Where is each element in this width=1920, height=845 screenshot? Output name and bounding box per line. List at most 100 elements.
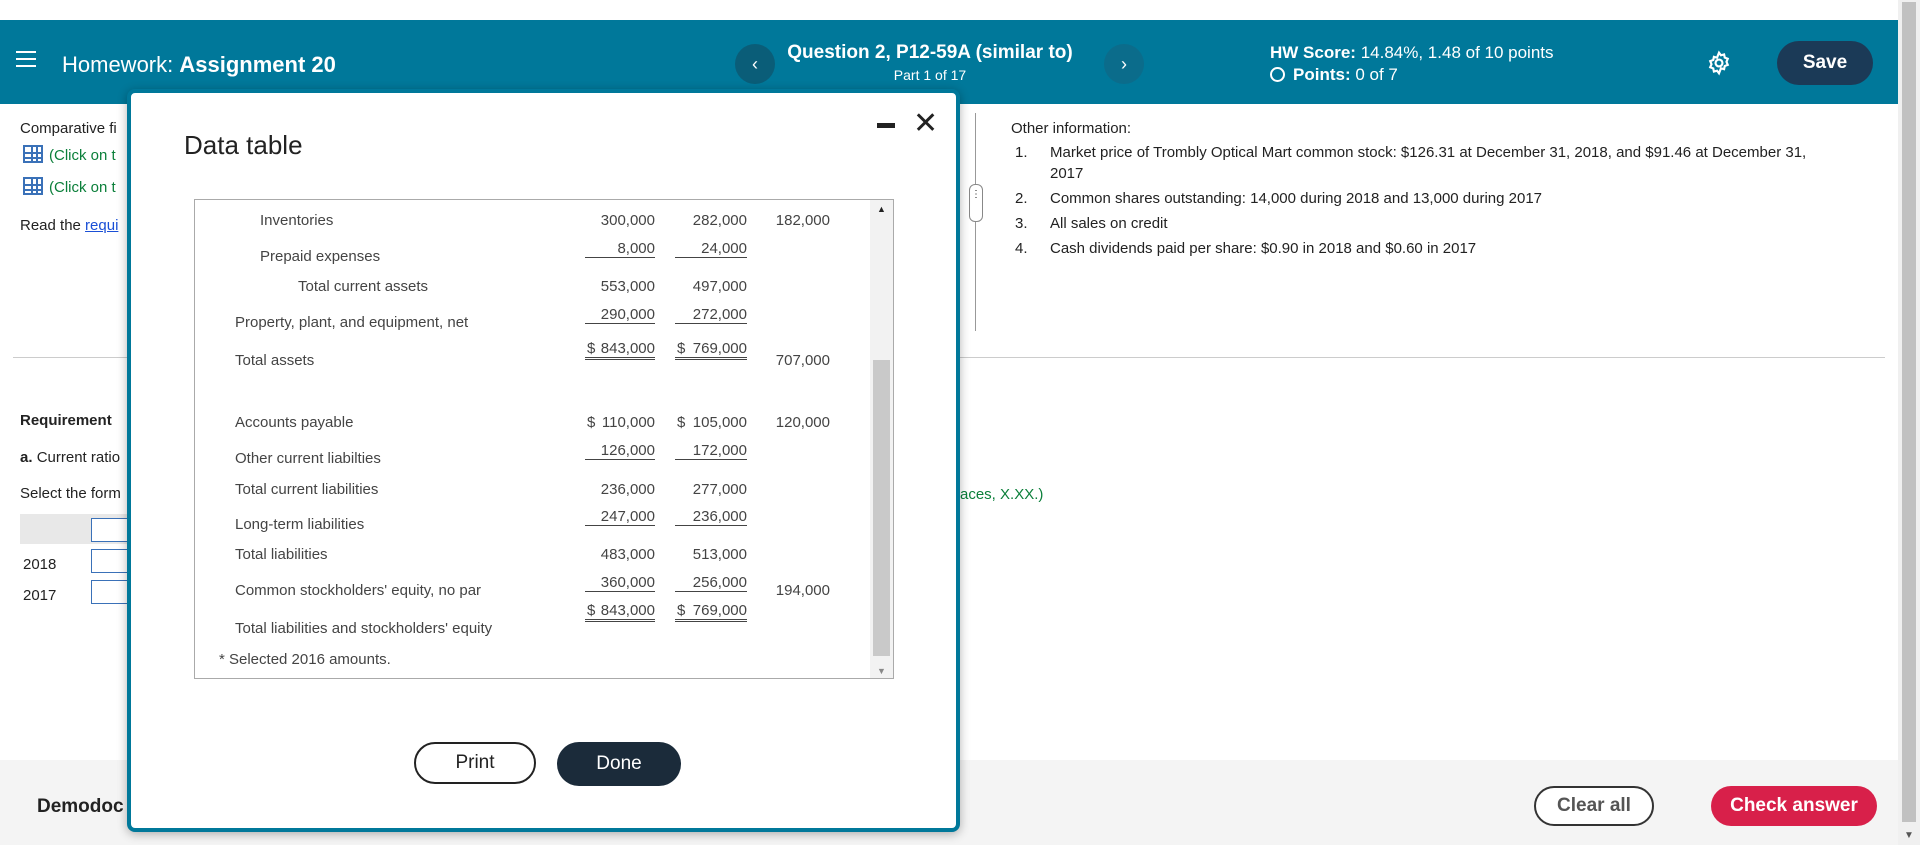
cell: 843,000 — [585, 602, 655, 622]
cell: 483,000 — [600, 546, 655, 563]
hint-text: aces, X.XX.) — [960, 486, 1044, 503]
assignment-name: Assignment 20 — [179, 52, 336, 77]
footnote: * Selected 2016 amounts. — [219, 651, 391, 668]
cell: 707,000 — [775, 352, 830, 369]
cell: 126,000 — [585, 442, 655, 460]
row-label-total-assets: Total assets — [235, 352, 315, 369]
row-label-total-current-liabilities: Total current liabilities — [235, 481, 379, 498]
select-formula-text: Select the form — [20, 485, 121, 502]
row-label-long-term: Long-term liabilities — [235, 516, 365, 533]
read-requirements: Read the requi — [20, 217, 119, 234]
cell: 769,000 — [675, 340, 747, 360]
cell: 256,000 — [675, 574, 747, 592]
cell: 769,000 — [675, 602, 747, 622]
homework-title: Homework: Assignment 20 — [62, 52, 336, 78]
row-label-inventories: Inventories — [260, 212, 334, 229]
cell: 843,000 — [585, 340, 655, 360]
hw-score-label: HW Score: — [1270, 43, 1356, 62]
cell: 553,000 — [600, 278, 655, 295]
cell: 272,000 — [675, 306, 747, 324]
gear-icon[interactable] — [1706, 50, 1732, 76]
top-strip — [0, 0, 1898, 20]
page-scrollbar[interactable]: ▼ — [1898, 0, 1920, 845]
cell: 194,000 — [775, 582, 830, 599]
row-label-ppe: Property, plant, and equipment, net — [235, 314, 469, 331]
cell: 236,000 — [675, 508, 747, 526]
page-scrollbar-thumb[interactable] — [1902, 2, 1916, 822]
hw-score-value: 14.84%, 1.48 of 10 points — [1360, 43, 1554, 62]
cell: 105,000 — [692, 414, 747, 431]
cell: 172,000 — [675, 442, 747, 460]
cell: 247,000 — [585, 508, 655, 526]
panel-resize-handle[interactable]: ⋮ — [969, 184, 983, 222]
cell: 290,000 — [585, 306, 655, 324]
row-label-other-current: Other current liabilties — [235, 450, 381, 467]
scroll-up-arrow-icon[interactable]: ▲ — [877, 204, 886, 214]
menu-icon[interactable] — [16, 51, 36, 67]
next-question-button[interactable]: › — [1104, 44, 1144, 84]
row-label-accounts-payable: Accounts payable — [235, 414, 354, 431]
other-info-item-4: Cash dividends paid per share: $0.90 in … — [1050, 240, 1477, 257]
question-title: Question 2, P12-59A (similar to) — [787, 42, 1073, 63]
points: Points: 0 of 7 — [1270, 65, 1398, 85]
row-label-prepaid: Prepaid expenses — [260, 248, 381, 265]
requirements-link[interactable]: requi — [85, 217, 118, 234]
points-label: Points: — [1293, 65, 1351, 84]
cell: 24,000 — [675, 240, 747, 258]
row-label-total-current-assets: Total current assets — [298, 278, 429, 295]
row-label-common-equity: Common stockholders' equity, no par — [235, 582, 482, 599]
points-circle-icon — [1270, 67, 1285, 82]
click-link-2[interactable]: (Click on t — [23, 177, 116, 196]
other-info-num-2: 2. — [1015, 190, 1028, 207]
cell: 277,000 — [692, 481, 747, 498]
clear-all-button[interactable]: Clear all — [1534, 786, 1654, 826]
close-icon[interactable]: ✕ — [913, 109, 938, 139]
hw-score: HW Score: 14.84%, 1.48 of 10 points — [1270, 43, 1554, 63]
click-link-1[interactable]: (Click on t — [23, 145, 116, 164]
cell: 8,000 — [585, 240, 655, 258]
other-info-item-1-cont: 2017 — [1050, 165, 1084, 182]
cell: 110,000 — [601, 414, 655, 431]
cell: 513,000 — [692, 546, 747, 563]
cell: 120,000 — [775, 414, 830, 431]
comparative-text: Comparative fi — [20, 120, 117, 137]
data-table-frame: Inventories 300,000 282,000 182,000 Prep… — [194, 199, 894, 679]
data-table-modal: Data table ✕ Inventories 300,000 282,000… — [127, 89, 960, 832]
table-scrollbar-thumb[interactable] — [873, 360, 890, 656]
brand-text: Demodoc — [37, 796, 124, 817]
other-info-item-1: Market price of Trombly Optical Mart com… — [1050, 144, 1807, 161]
cell: 360,000 — [585, 574, 655, 592]
print-button[interactable]: Print — [414, 742, 536, 784]
year-2017-label: 2017 — [23, 587, 57, 604]
other-info-item-3: All sales on credit — [1050, 215, 1168, 232]
row-label-total-liabilities: Total liabilities — [235, 546, 328, 563]
points-value: 0 of 7 — [1355, 65, 1398, 84]
modal-title: Data table — [184, 130, 303, 160]
other-info-num-3: 3. — [1015, 215, 1028, 232]
cell: 282,000 — [692, 212, 747, 229]
panel-divider — [975, 113, 976, 331]
other-info-num-1: 1. — [1015, 144, 1028, 161]
table-icon — [23, 177, 43, 195]
scroll-down-arrow-icon[interactable]: ▼ — [1904, 830, 1914, 841]
requirement-heading: Requirement — [20, 412, 112, 429]
other-info-title: Other information: — [1011, 120, 1132, 137]
done-button[interactable]: Done — [557, 742, 681, 786]
check-answer-button[interactable]: Check answer — [1711, 786, 1877, 826]
cell: 236,000 — [600, 481, 655, 498]
current-ratio-label: a. Current ratio — [20, 449, 121, 466]
row-label-total-liab-equity: Total liabilities and stockholders' equi… — [235, 620, 493, 637]
table-scrollbar[interactable]: ▲ ▼ — [870, 200, 893, 678]
other-info-num-4: 4. — [1015, 240, 1028, 257]
save-button[interactable]: Save — [1777, 41, 1873, 85]
table-icon — [23, 145, 43, 163]
cell: 182,000 — [775, 212, 830, 229]
question-part: Part 1 of 17 — [893, 67, 967, 83]
other-info-item-2: Common shares outstanding: 14,000 during… — [1050, 190, 1543, 207]
minimize-icon[interactable] — [877, 123, 895, 128]
homework-label: Homework: — [62, 52, 174, 77]
scroll-down-arrow-icon[interactable]: ▼ — [877, 666, 886, 676]
cell: 300,000 — [600, 212, 655, 229]
year-2018-label: 2018 — [23, 556, 57, 573]
cell: 497,000 — [692, 278, 747, 295]
